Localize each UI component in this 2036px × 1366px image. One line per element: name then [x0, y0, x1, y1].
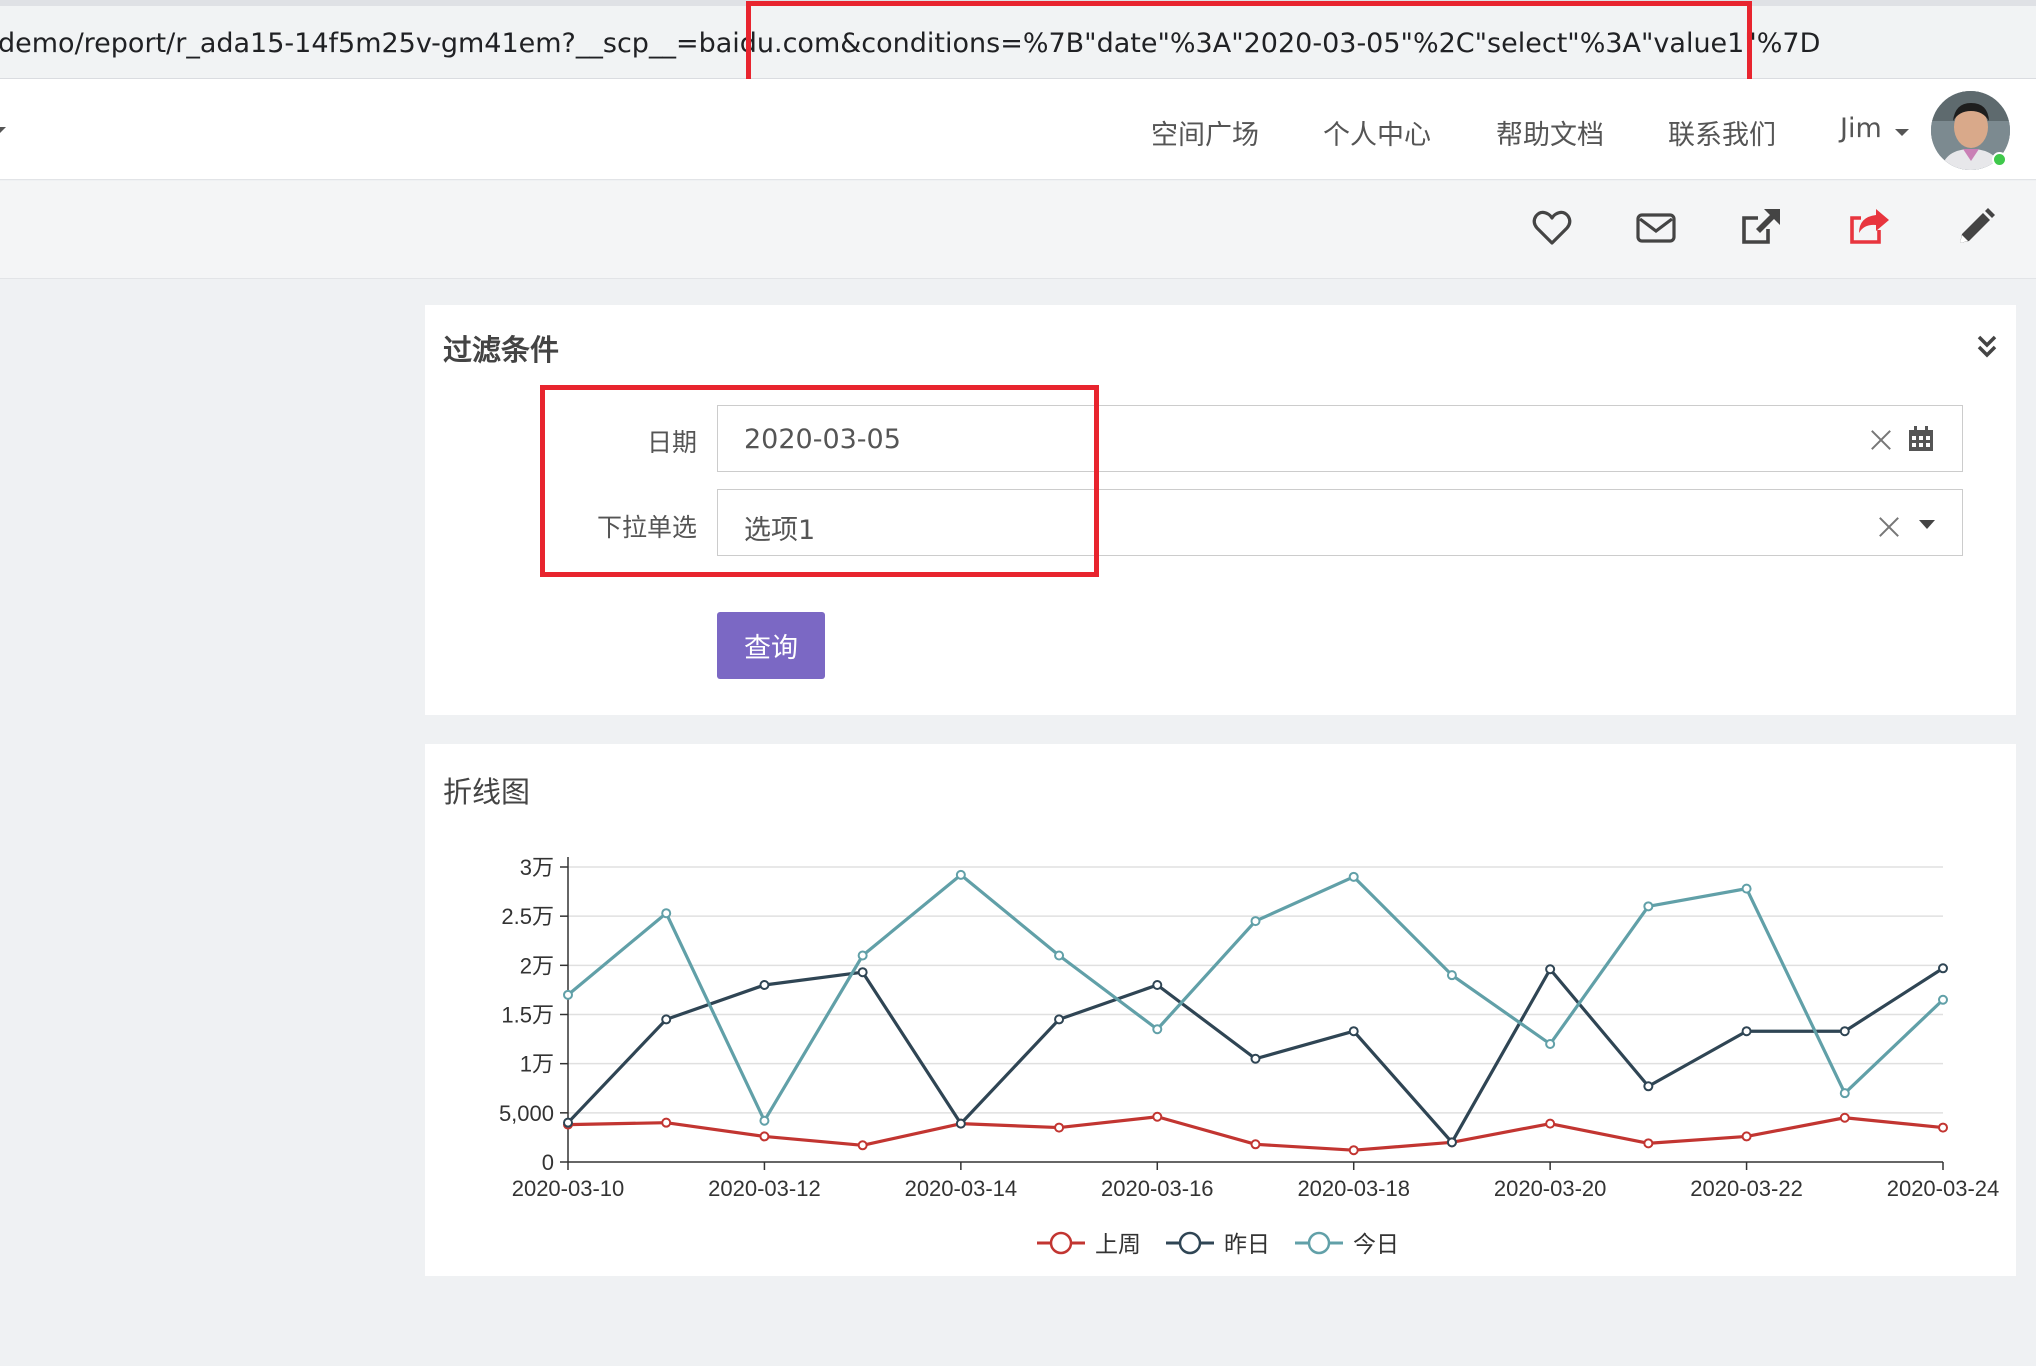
online-status-dot	[1992, 152, 2007, 167]
x-tick-label: 2020-03-10	[512, 1176, 625, 1201]
caret-down-icon[interactable]	[1895, 129, 1909, 136]
x-tick-label: 2020-03-16	[1101, 1176, 1214, 1201]
data-point[interactable]	[661, 908, 672, 919]
data-point[interactable]	[1741, 1026, 1752, 1037]
data-point[interactable]	[1545, 1118, 1556, 1129]
data-point[interactable]	[1839, 1026, 1850, 1037]
data-point[interactable]	[759, 980, 770, 990]
nav-item-contact-us[interactable]: 联系我们	[1668, 113, 1776, 152]
filter-panel-title: 过滤条件	[443, 333, 560, 367]
x-tick-label: 2020-03-24	[1887, 1176, 2000, 1201]
double-chevron-down-icon[interactable]	[1973, 333, 2001, 361]
data-point[interactable]	[759, 1115, 770, 1126]
calendar-icon[interactable]	[1908, 426, 1934, 452]
data-point[interactable]	[1741, 1131, 1752, 1142]
clear-icon[interactable]	[1878, 516, 1900, 538]
data-point[interactable]	[1643, 1138, 1654, 1149]
caret-down-icon[interactable]	[1919, 520, 1935, 529]
data-point[interactable]	[1250, 1139, 1261, 1150]
nav-item-space-square[interactable]: 空间广场	[1151, 113, 1259, 152]
external-link-icon[interactable]	[1738, 205, 1784, 251]
data-point[interactable]	[1250, 1053, 1261, 1064]
data-point[interactable]	[955, 1118, 966, 1129]
y-tick-label: 2万	[520, 953, 554, 978]
series-line-2	[566, 873, 1945, 1123]
data-point[interactable]	[1938, 963, 1948, 974]
data-point[interactable]	[1152, 1111, 1163, 1122]
share-icon[interactable]	[1846, 205, 1892, 251]
data-point[interactable]	[1938, 994, 1948, 1005]
data-point[interactable]	[1839, 1088, 1850, 1099]
legend-marker[interactable]	[1307, 1231, 1331, 1255]
data-point[interactable]	[857, 950, 868, 961]
y-tick-label: 1万	[520, 1052, 554, 1077]
user-menu[interactable]: Jim	[1840, 113, 1882, 144]
nav-item-personal-center[interactable]: 个人中心	[1323, 113, 1431, 152]
data-point[interactable]	[857, 967, 868, 978]
data-point[interactable]	[661, 1014, 672, 1025]
legend-label[interactable]: 今日	[1353, 1232, 1399, 1258]
data-point[interactable]	[1545, 964, 1556, 975]
data-point[interactable]	[1446, 1137, 1457, 1148]
data-point[interactable]	[1054, 1014, 1065, 1025]
data-point[interactable]	[857, 1140, 868, 1151]
y-tick-label: 0	[542, 1150, 554, 1175]
top-navbar: 空间广场 个人中心 帮助文档 联系我们 Jim	[0, 79, 2036, 180]
x-tick-label: 2020-03-18	[1297, 1176, 1410, 1201]
report-toolbar	[0, 181, 2036, 279]
data-point[interactable]	[1643, 901, 1654, 912]
nav-item-help-docs[interactable]: 帮助文档	[1496, 113, 1604, 152]
data-point[interactable]	[1741, 883, 1752, 894]
data-point[interactable]	[1938, 1122, 1948, 1133]
data-point[interactable]	[1054, 1122, 1065, 1133]
y-tick-label: 3万	[520, 855, 554, 880]
legend-label[interactable]: 昨日	[1224, 1232, 1270, 1258]
legend-label[interactable]: 上周	[1095, 1232, 1141, 1258]
data-point[interactable]	[1839, 1112, 1850, 1123]
data-point[interactable]	[1348, 1026, 1359, 1037]
x-tick-label: 2020-03-12	[708, 1176, 821, 1201]
y-tick-label: 5,000	[499, 1101, 554, 1126]
data-point[interactable]	[1250, 916, 1261, 927]
data-point[interactable]	[1152, 980, 1163, 990]
data-point[interactable]	[1152, 1024, 1163, 1035]
data-point[interactable]	[1348, 871, 1359, 882]
query-button[interactable]: 查询	[717, 612, 825, 679]
x-tick-label: 2020-03-22	[1690, 1176, 1803, 1201]
data-point[interactable]	[955, 869, 966, 880]
legend-marker[interactable]	[1178, 1231, 1202, 1255]
legend-marker[interactable]	[1049, 1231, 1073, 1255]
data-point[interactable]	[1348, 1145, 1359, 1156]
data-point[interactable]	[1545, 1039, 1556, 1049]
line-chart: 0 5,000 1万 1.5万 2万 2.5万 3万 2020-03-10 2020-03-12…	[499, 855, 2000, 1258]
clear-icon[interactable]	[1870, 429, 1892, 451]
x-tick-label: 2020-03-20	[1494, 1176, 1607, 1201]
data-point[interactable]	[759, 1131, 770, 1142]
data-point[interactable]	[1054, 950, 1065, 961]
pencil-icon[interactable]	[1952, 205, 1998, 251]
data-point[interactable]	[563, 989, 573, 1000]
heart-icon[interactable]	[1529, 205, 1575, 251]
filter-fields-highlight	[540, 385, 1099, 577]
url-conditions-highlight	[746, 1, 1752, 85]
data-point[interactable]	[1643, 1081, 1654, 1092]
y-tick-label: 1.5万	[501, 1003, 554, 1028]
chart-panel: 折线图 0 5,000 1万 1.5万 2万 2.5万 3万 2020-03-10 2020-0…	[425, 744, 2016, 1276]
y-tick-label: 2.5万	[501, 904, 554, 929]
data-point[interactable]	[1446, 970, 1457, 981]
data-point[interactable]	[563, 1117, 573, 1128]
data-point[interactable]	[661, 1117, 672, 1128]
caret-down-icon[interactable]	[0, 127, 6, 134]
x-tick-label: 2020-03-14	[905, 1176, 1018, 1201]
mail-icon[interactable]	[1633, 205, 1679, 251]
